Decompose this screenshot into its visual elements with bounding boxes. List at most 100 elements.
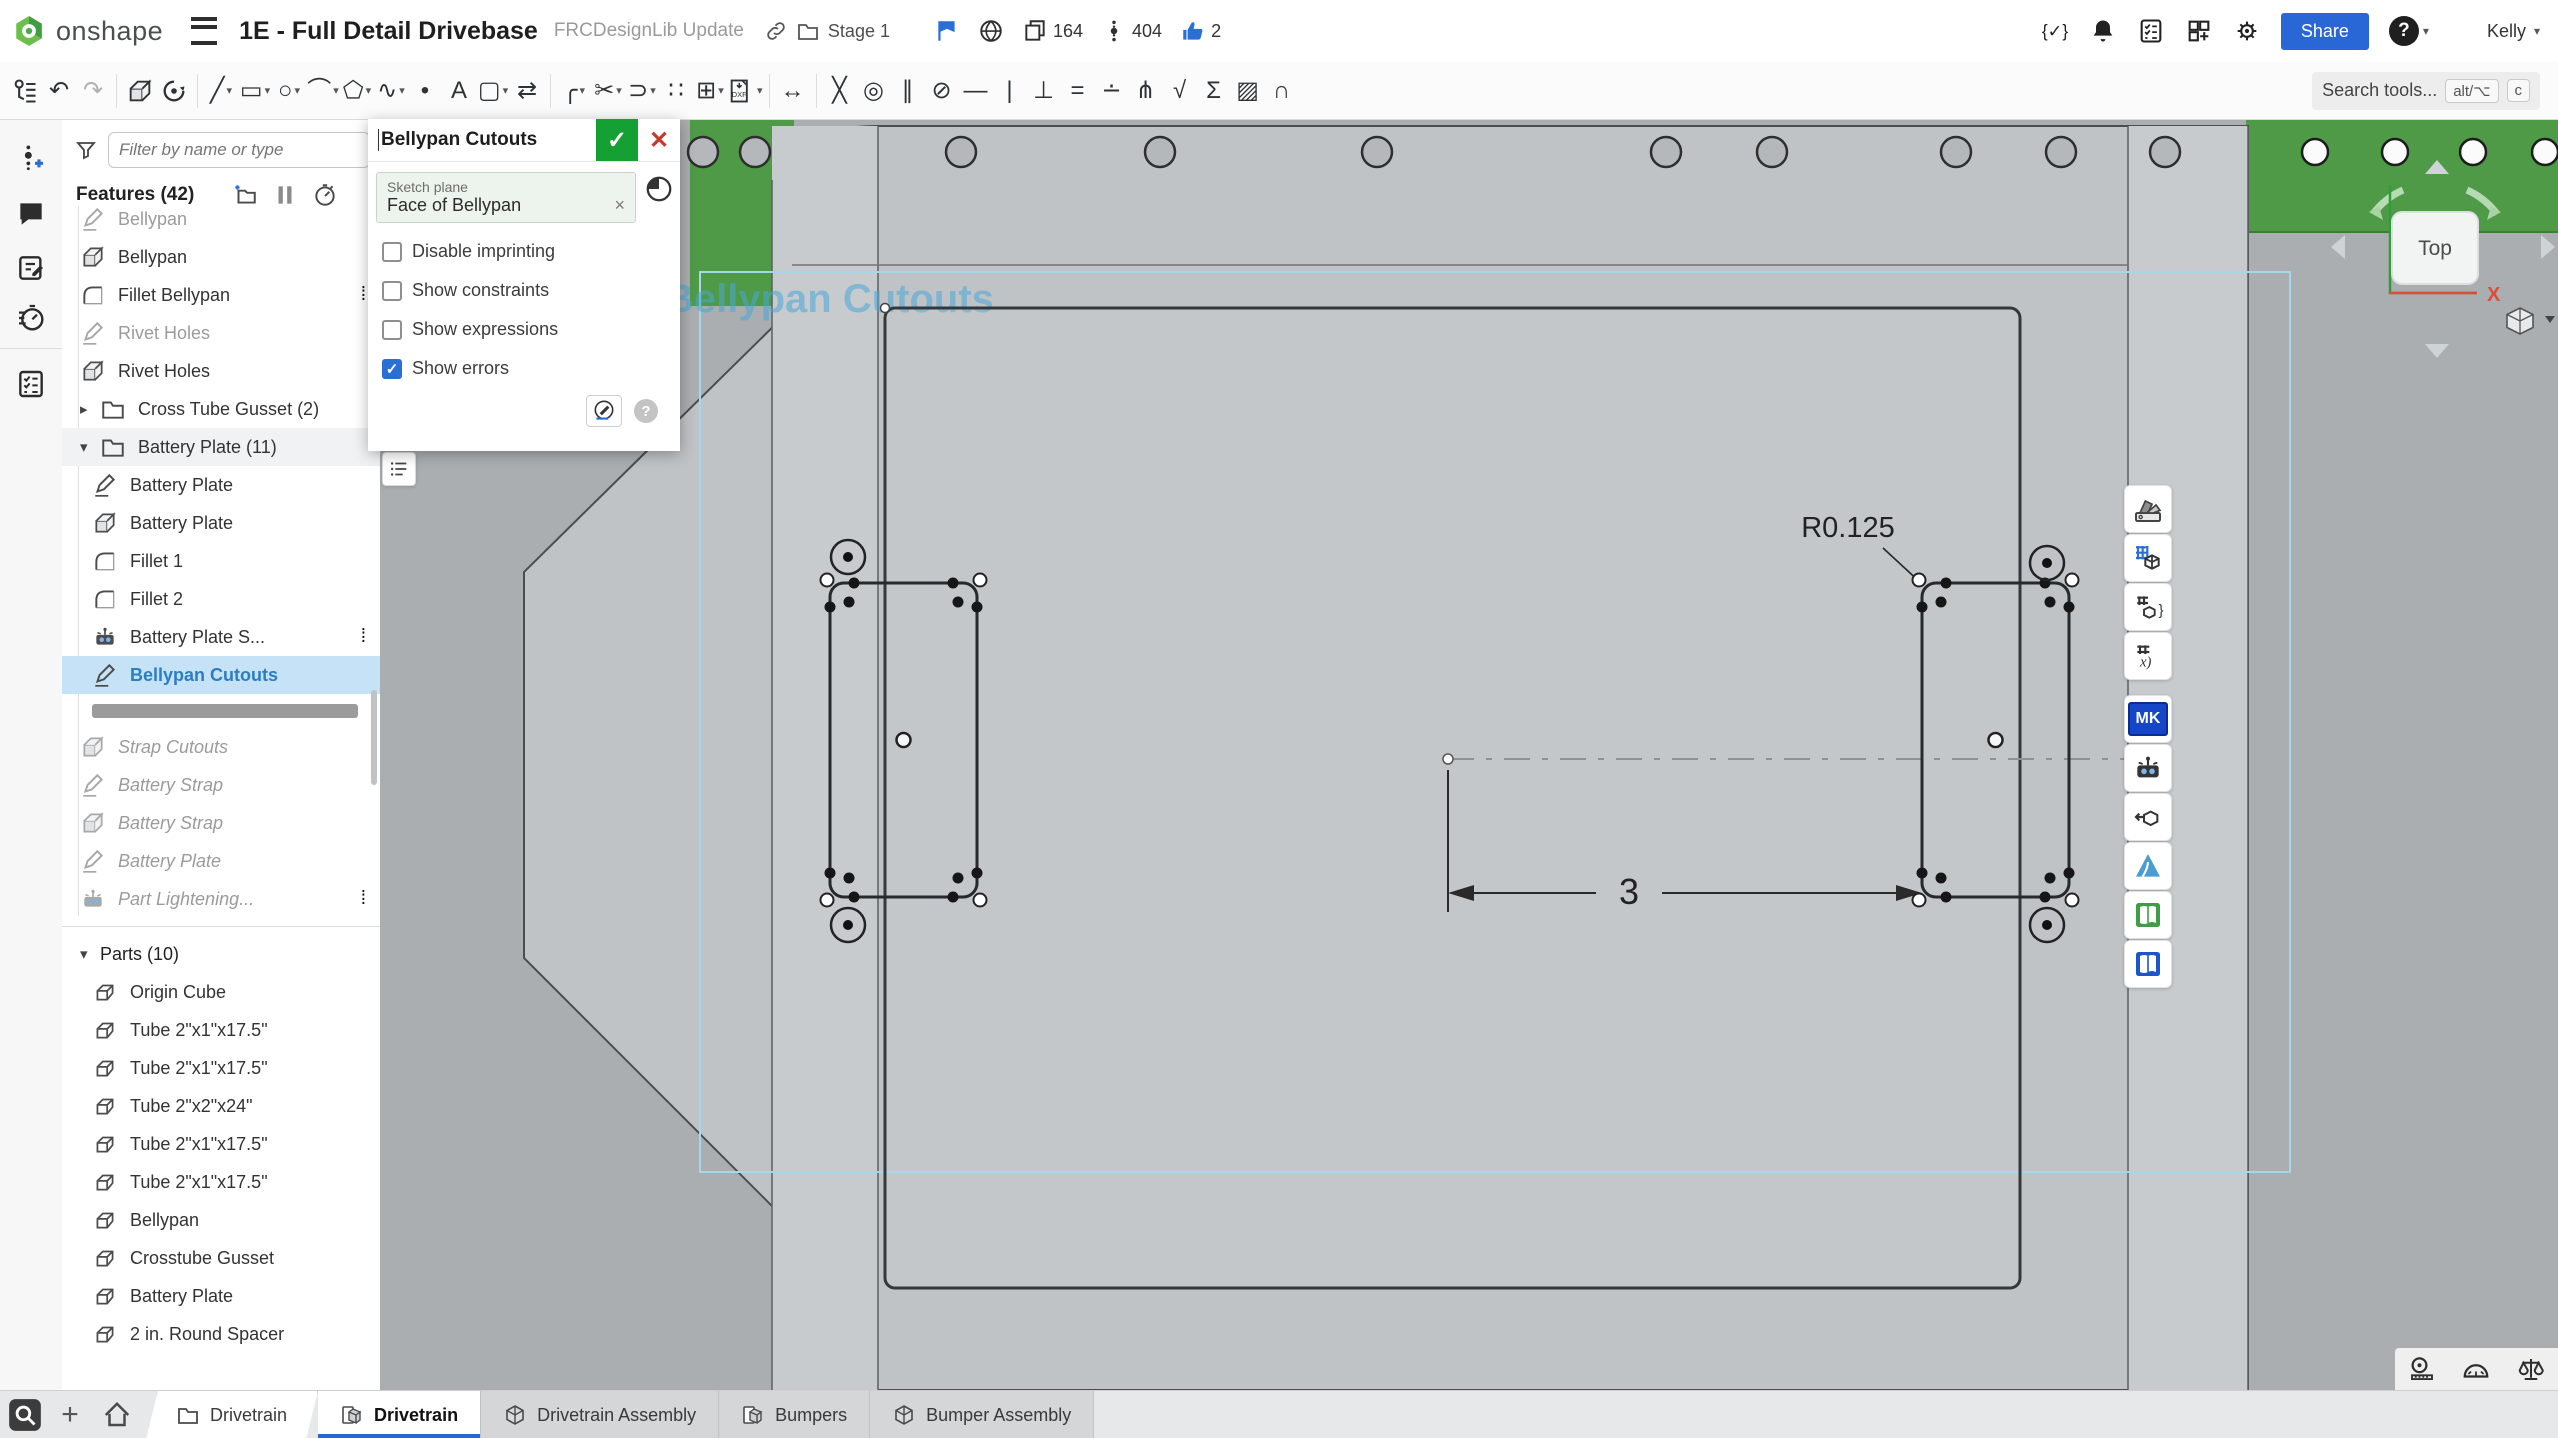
link-icon[interactable] — [764, 19, 788, 43]
pattern-linear-button[interactable]: ∷ — [659, 71, 693, 111]
plate-hole[interactable] — [1145, 137, 1175, 167]
integrations-icon[interactable] — [2233, 17, 2261, 45]
sketch-circle-button[interactable]: ○▾ — [272, 71, 306, 111]
protractor-icon[interactable] — [2461, 1354, 2491, 1384]
accept-button[interactable]: ✓ — [596, 119, 638, 161]
create-version-icon[interactable] — [15, 142, 47, 174]
chevron-down-icon[interactable]: ▾ — [80, 945, 96, 963]
view-normal-button[interactable] — [586, 395, 622, 427]
public[interactable] — [978, 18, 1004, 44]
sketch-rectangle-button[interactable]: ▭▾ — [238, 71, 272, 111]
workspace-folder-icon[interactable] — [796, 19, 820, 43]
fillet-center-point[interactable] — [2045, 597, 2056, 608]
redo-button[interactable]: ↷ — [76, 71, 110, 111]
feature-item[interactable]: Crosstube Gusset — [62, 1239, 380, 1277]
globe-icon[interactable] — [978, 18, 1004, 44]
pattern-circular-dropdown-icon[interactable]: ▾ — [718, 84, 724, 97]
copies-count[interactable]: 164 — [1022, 18, 1083, 44]
new-tab-button[interactable]: + — [52, 1398, 88, 1432]
rotate-left-arrow-icon[interactable] — [2331, 235, 2345, 259]
plate-hole[interactable] — [1362, 137, 1392, 167]
feature-item[interactable]: Battery Strap — [62, 766, 380, 804]
custom-feature-grid-braces-button[interactable] — [2124, 583, 2172, 631]
sketch-vertex[interactable] — [881, 304, 890, 313]
sketch-spline-button[interactable]: ∿▾ — [374, 71, 408, 111]
feature-item[interactable]: Bellypan Cutouts — [62, 656, 380, 694]
comments-icon[interactable] — [15, 198, 47, 230]
checkbox-icon[interactable]: ✓ — [382, 359, 402, 379]
constraint-symmetric-button[interactable]: ⋔ — [1129, 71, 1163, 111]
tab-search-icon[interactable] — [6, 1396, 44, 1434]
feature-item[interactable]: Battery Plate S...⁞ — [62, 618, 380, 656]
sketch-offset-button[interactable]: ⊃▾ — [625, 71, 659, 111]
sketch-trim-dropdown-icon[interactable]: ▾ — [616, 84, 622, 97]
fillet-center-point[interactable] — [953, 873, 964, 884]
undo-button[interactable]: ↶ — [42, 71, 76, 111]
sketch-point[interactable] — [825, 868, 836, 879]
custom-feature-grid-fx-button[interactable] — [2124, 632, 2172, 680]
constraint-normal-button[interactable]: ∩ — [1265, 71, 1299, 111]
copies-icon[interactable] — [1022, 18, 1048, 44]
sketch-polygon-dropdown-icon[interactable]: ▾ — [366, 84, 372, 97]
feature-item[interactable]: Battery Plate — [62, 842, 380, 880]
feature-item[interactable]: Battery Plate — [62, 1277, 380, 1315]
extrude-button[interactable] — [123, 71, 157, 111]
fillet-corner-point[interactable] — [974, 574, 987, 587]
robot-feature-library-button[interactable] — [2124, 744, 2172, 792]
home-icon[interactable] — [102, 1400, 132, 1430]
rotate-up-arrow-icon[interactable] — [2425, 160, 2449, 174]
feature-item[interactable]: Fillet 2 — [62, 580, 380, 618]
sketch-arc-button[interactable]: ⌒▾ — [306, 71, 340, 111]
fillet-center-point[interactable] — [844, 597, 855, 608]
feature-item[interactable]: Tube 2"x1"x17.5" — [62, 1011, 380, 1049]
sketch-arc-dropdown-icon[interactable]: ▾ — [333, 84, 339, 97]
sketch-point[interactable] — [948, 892, 959, 903]
plate-hole[interactable] — [2046, 137, 2076, 167]
feature-item[interactable]: Battery Plate — [62, 466, 380, 504]
rotate-down-arrow-icon[interactable] — [2425, 344, 2449, 358]
tab-bumper-assembly[interactable]: Bumper Assembly — [870, 1391, 1094, 1438]
sketch-point[interactable] — [1917, 868, 1928, 879]
chevron-right-icon[interactable]: ▸ — [80, 400, 96, 418]
sketch-point[interactable] — [849, 578, 860, 589]
feature-folder[interactable]: ▸Cross Tube Gusset (2) — [62, 390, 380, 428]
sketch-fillet-dropdown-icon[interactable]: ▾ — [579, 84, 585, 97]
feature-item[interactable]: Rivet Holes — [62, 314, 380, 352]
fillet-corner-point[interactable] — [974, 894, 987, 907]
onshape-logo-icon[interactable] — [12, 14, 46, 48]
sketch-point[interactable] — [972, 602, 983, 613]
sketch-polygon-button[interactable]: ⬠▾ — [340, 71, 374, 111]
constraint-curvature-button[interactable]: √ — [1163, 71, 1197, 111]
tab-drivetrain-assembly[interactable]: Drivetrain Assembly — [481, 1391, 719, 1438]
sketch-circle-dropdown-icon[interactable]: ▾ — [294, 84, 300, 97]
blue-handbook-button[interactable] — [2124, 940, 2172, 988]
corner-rivet-hole-center[interactable] — [2042, 920, 2052, 930]
checkbox-show-errors[interactable]: ✓Show errors — [382, 358, 664, 379]
tape-measure-icon[interactable] — [2407, 1354, 2437, 1384]
dialog-help-icon[interactable]: ? — [634, 399, 658, 423]
rotate-right-arrow-icon[interactable] — [2541, 235, 2555, 259]
import-dxf-button[interactable]: ▾ — [727, 71, 763, 111]
feature-item[interactable]: Fillet 1 — [62, 542, 380, 580]
plate-hole[interactable] — [740, 137, 770, 167]
fillet-corner-point[interactable] — [1913, 574, 1926, 587]
corner-rivet-hole-center[interactable] — [2042, 558, 2052, 568]
search-tools[interactable]: Search tools... alt/⌥ c — [2312, 72, 2540, 110]
feature-item[interactable]: Rivet Holes — [62, 352, 380, 390]
sketch-point[interactable] — [2064, 602, 2075, 613]
fillet-corner-point[interactable] — [1913, 894, 1926, 907]
alpine-library-button[interactable] — [2124, 842, 2172, 890]
feature-item[interactable]: Fillet Bellypan⁞ — [62, 276, 380, 314]
history-icon[interactable] — [15, 302, 47, 334]
sketch-point[interactable] — [1941, 892, 1952, 903]
checkbox-icon[interactable] — [382, 242, 402, 262]
bellypan-outline-sketch[interactable] — [885, 308, 2020, 1288]
feature-state-dots-icon[interactable]: ⁞ — [361, 284, 366, 306]
checkbox-show-constraints[interactable]: Show constraints — [382, 280, 664, 301]
mkcad-library-button[interactable]: MK — [2124, 695, 2172, 743]
sketch-point[interactable] — [972, 868, 983, 879]
sketch-plane-field[interactable]: Sketch plane Face of Bellypan × — [376, 172, 636, 223]
feature-state-dots-icon[interactable]: ⁞ — [361, 888, 366, 910]
feature-item[interactable]: Strap Cutouts — [62, 728, 380, 766]
feature-name-input[interactable]: Bellypan Cutouts — [368, 119, 596, 161]
